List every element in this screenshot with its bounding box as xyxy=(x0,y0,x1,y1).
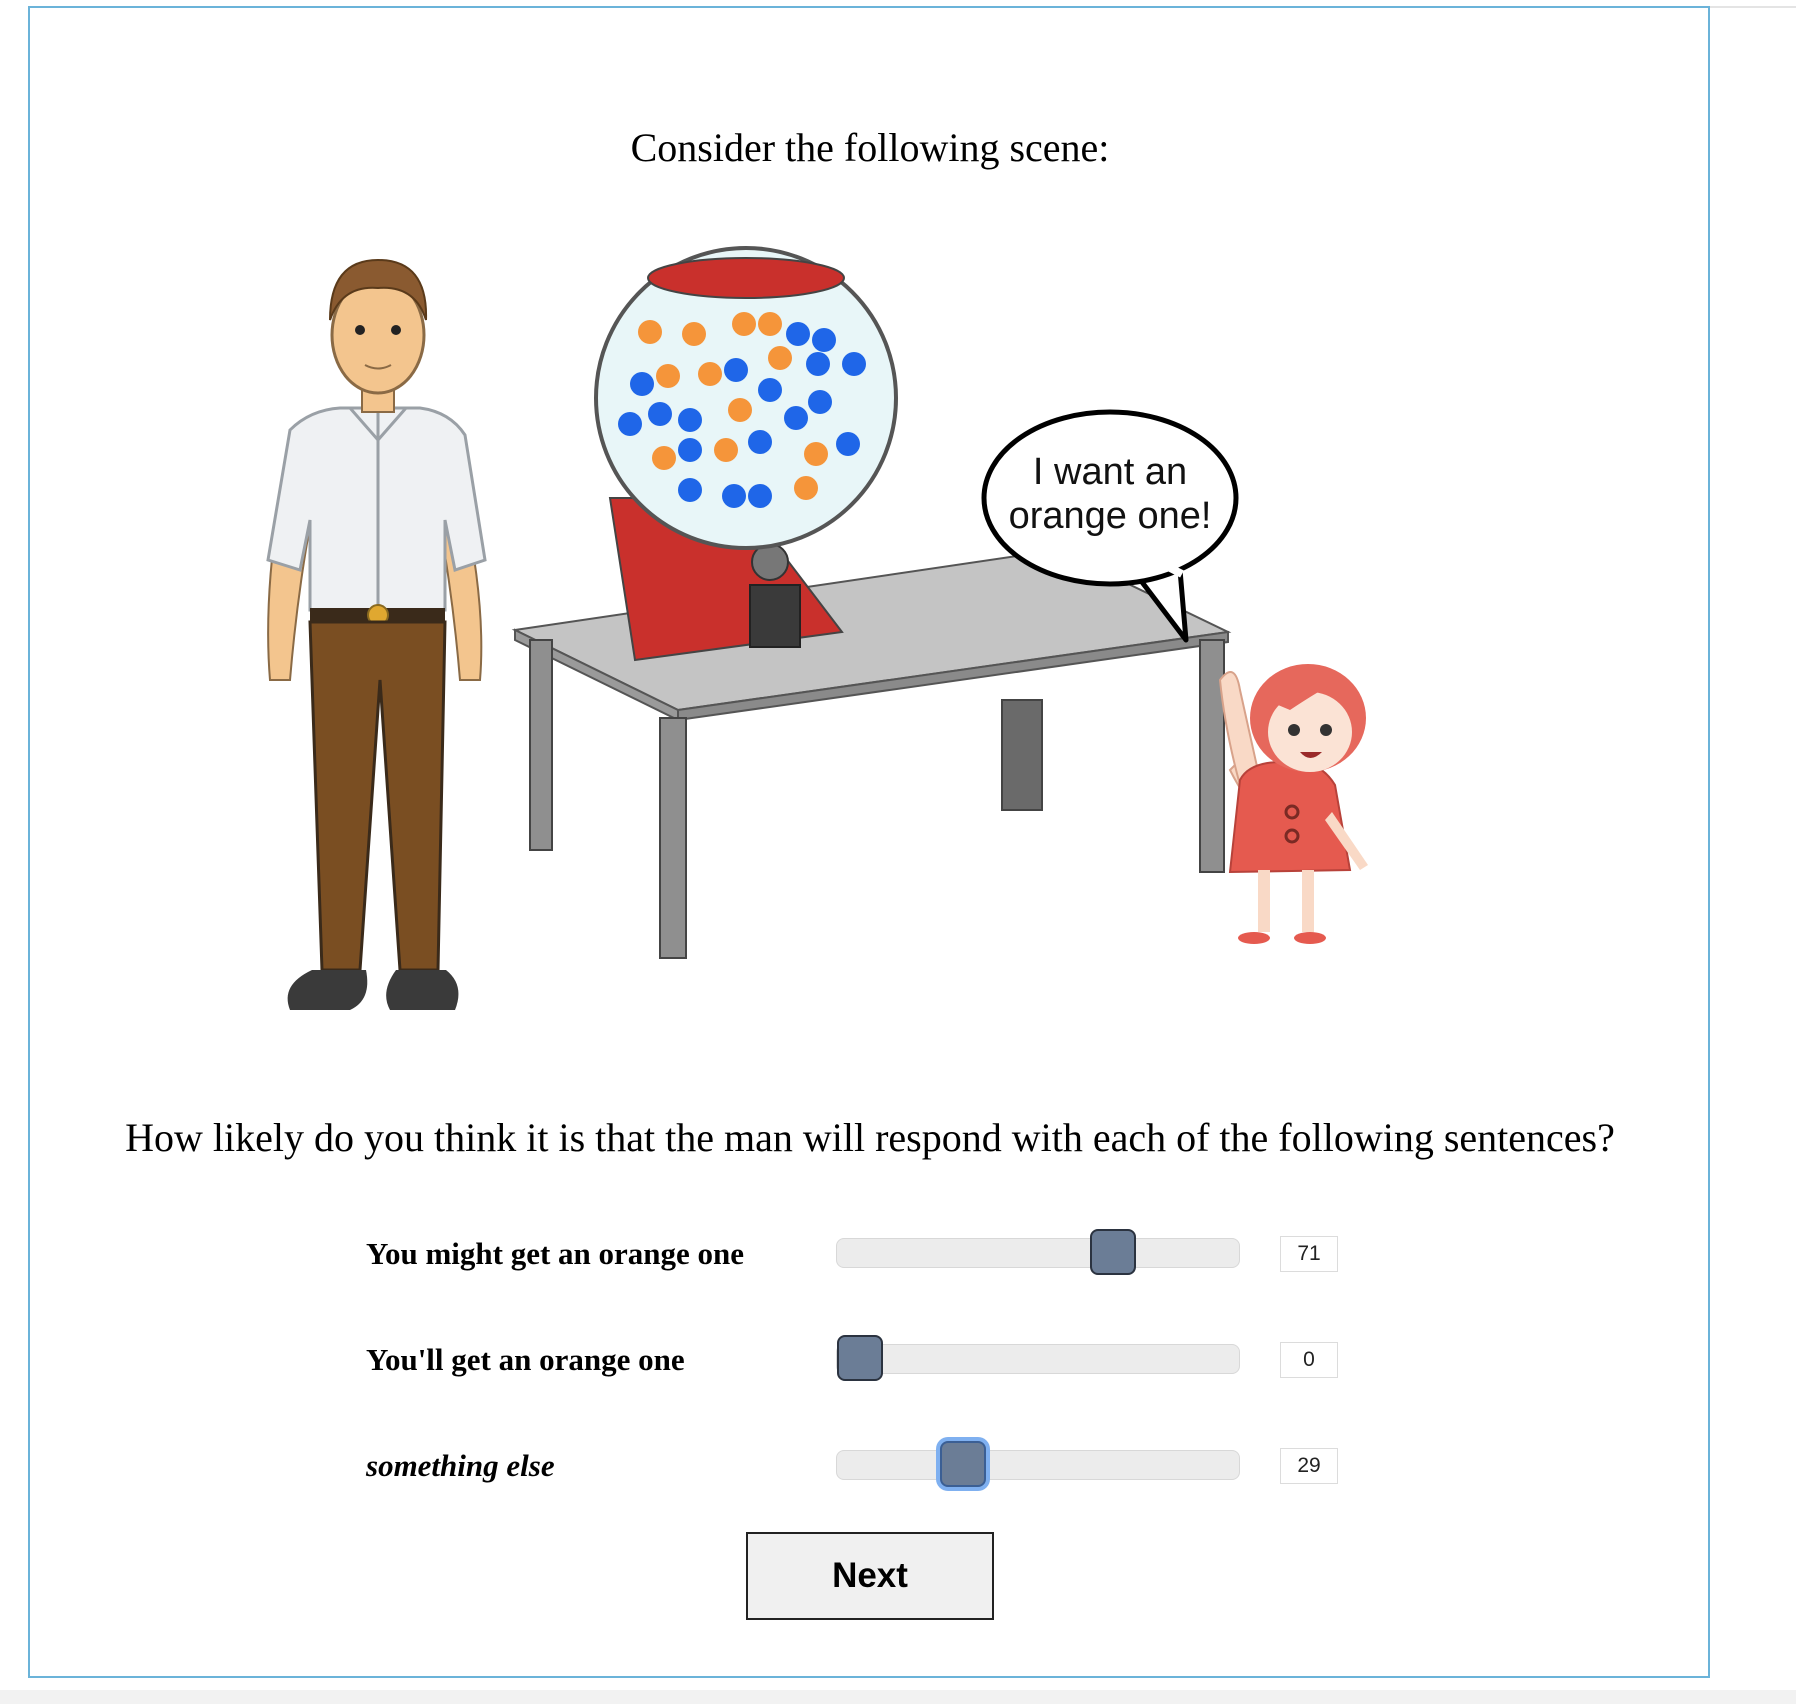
slider-something-else[interactable] xyxy=(836,1441,1240,1487)
page-footer-strip xyxy=(0,1690,1796,1704)
scene-illustration: I want an orange one! xyxy=(266,246,1368,1010)
response-label-might-get-orange: You might get an orange one xyxy=(366,1236,745,1271)
value-will-get-orange: 0 xyxy=(1280,1342,1338,1378)
slider-might-get-orange[interactable] xyxy=(836,1229,1240,1275)
scene-heading: Consider the following scene: xyxy=(630,125,1110,170)
response-label-will-get-orange: You'll get an orange one xyxy=(366,1342,685,1377)
top-divider xyxy=(1710,6,1796,8)
man-figure xyxy=(266,258,487,1010)
value-something-else: 29 xyxy=(1280,1448,1338,1484)
slider-thumb-will-get-orange[interactable] xyxy=(837,1335,883,1381)
speech-bubble-text-1: I want an xyxy=(1033,451,1187,493)
slider-will-get-orange[interactable] xyxy=(836,1335,1240,1381)
value-might-get-orange: 71 xyxy=(1280,1236,1338,1272)
girl-figure xyxy=(1218,664,1368,944)
speech-bubble-text-2: orange one! xyxy=(1009,495,1212,537)
table xyxy=(511,548,1232,959)
response-label-something-else: something else xyxy=(366,1448,555,1483)
slider-thumb-might-get-orange[interactable] xyxy=(1089,1229,1136,1275)
slider-thumb-something-else[interactable] xyxy=(940,1441,987,1487)
question-text: How likely do you think it is that the m… xyxy=(125,1115,1615,1160)
next-button[interactable]: Next xyxy=(746,1532,994,1620)
